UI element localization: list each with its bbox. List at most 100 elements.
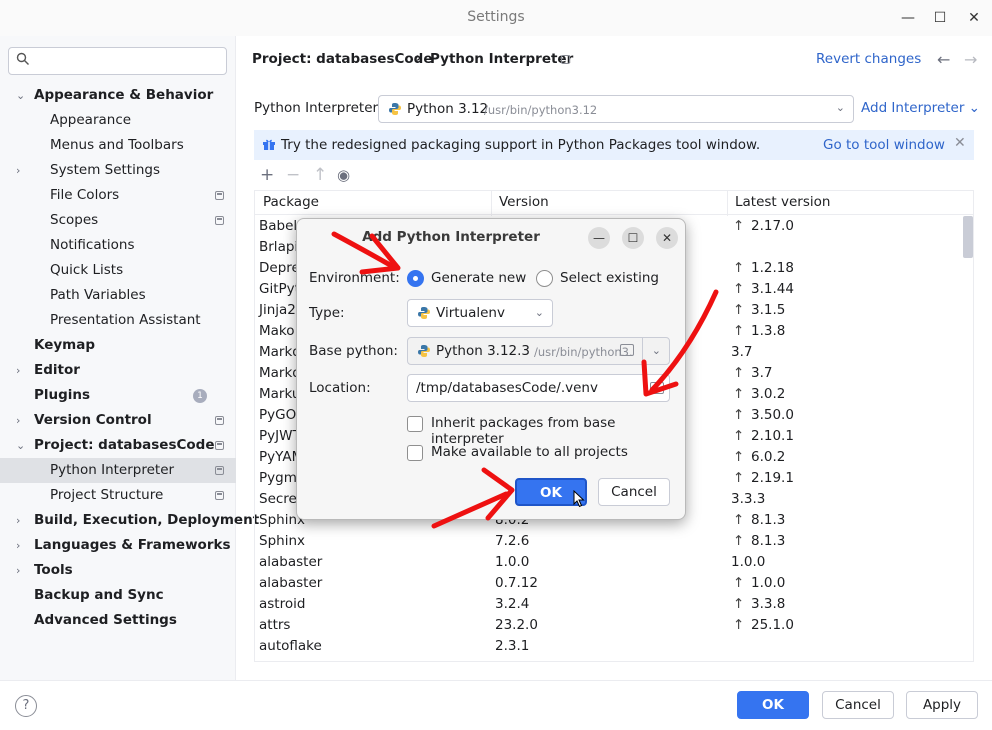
generate-new-label[interactable]: Generate new: [431, 270, 526, 286]
select-existing-radio[interactable]: [536, 270, 553, 287]
sidebar-item[interactable]: › System Settings: [0, 158, 236, 183]
add-interpreter-link[interactable]: Add Interpreter ⌄: [861, 100, 980, 116]
make-available-checkbox[interactable]: [407, 445, 423, 461]
python-interpreter-select[interactable]: Python 3.12 /usr/bin/python3.12 ⌄: [378, 95, 854, 123]
minimize-button[interactable]: —: [897, 7, 919, 29]
package-latest-cell: 3.1.44: [751, 281, 794, 297]
dialog-minimize-button[interactable]: —: [588, 227, 610, 249]
help-icon[interactable]: ?: [15, 695, 37, 717]
sidebar-item[interactable]: Backup and Sync: [0, 583, 236, 608]
sidebar-item[interactable]: Path Variables: [0, 283, 236, 308]
sidebar-item-label: Keymap: [34, 337, 96, 353]
maximize-button[interactable]: ☐: [929, 7, 951, 29]
base-python-label: Base python:: [309, 343, 398, 359]
inherit-packages-label[interactable]: Inherit packages from base interpreter: [431, 415, 685, 447]
chevron-right-icon[interactable]: ›: [16, 358, 20, 383]
sidebar-item[interactable]: ⌄ Project: databasesCode: [0, 433, 236, 458]
type-select[interactable]: Virtualenv ⌄: [407, 299, 553, 327]
generate-new-radio[interactable]: [407, 270, 424, 287]
chevron-right-icon[interactable]: ›: [16, 508, 20, 533]
ok-button[interactable]: OK: [737, 691, 809, 719]
sidebar-item[interactable]: Presentation Assistant: [0, 308, 236, 333]
base-python-select[interactable]: Python 3.12.3 /usr/bin/python3. ⌄: [407, 337, 670, 365]
sidebar-item[interactable]: › Tools: [0, 558, 236, 583]
upgrade-available-icon: ↑: [733, 218, 745, 234]
settings-search-input[interactable]: [8, 47, 227, 75]
sidebar-item[interactable]: Keymap: [0, 333, 236, 358]
upgrade-available-icon: ↑: [733, 512, 745, 528]
package-name-cell: Markd: [259, 344, 301, 360]
sidebar-item[interactable]: ⌄ Appearance & Behavior: [0, 83, 236, 108]
breadcrumb-page: Python Interpreter: [430, 51, 574, 67]
sidebar-item-label: Tools: [34, 562, 73, 578]
combo-divider: [642, 338, 643, 364]
sidebar-item[interactable]: Python Interpreter: [0, 458, 236, 483]
dialog-footer: ? OK Cancel Apply: [0, 680, 992, 730]
chevron-right-icon[interactable]: ›: [16, 558, 20, 583]
chevron-down-icon[interactable]: ⌄: [16, 83, 25, 108]
go-to-tool-window-link[interactable]: Go to tool window: [823, 137, 945, 153]
chevron-right-icon[interactable]: ›: [16, 158, 20, 183]
make-available-label[interactable]: Make available to all projects: [431, 444, 628, 460]
table-row[interactable]: astroid 3.2.4 ↑ 3.3.8: [255, 594, 963, 615]
inherit-packages-checkbox[interactable]: [407, 416, 423, 432]
sidebar-item[interactable]: Project Structure: [0, 483, 236, 508]
sidebar-item[interactable]: Plugins 1: [0, 383, 236, 408]
column-divider: [491, 191, 492, 216]
close-banner-icon[interactable]: ✕: [954, 135, 966, 151]
eye-icon[interactable]: ◉: [337, 166, 350, 184]
cancel-button[interactable]: Cancel: [822, 691, 894, 719]
select-existing-label[interactable]: Select existing: [560, 270, 659, 286]
package-version-cell: 0.7.12: [495, 575, 538, 591]
package-name-cell: astroid: [259, 596, 306, 612]
back-arrow-icon[interactable]: ←: [937, 50, 950, 69]
sidebar-item[interactable]: Quick Lists: [0, 258, 236, 283]
table-row[interactable]: alabaster 1.0.0 1.0.0: [255, 552, 963, 573]
upgrade-package-icon[interactable]: ↑: [313, 165, 327, 185]
upgrade-available-icon: ↑: [733, 281, 745, 297]
sidebar-item[interactable]: Appearance: [0, 108, 236, 133]
sidebar-item[interactable]: Notifications: [0, 233, 236, 258]
sidebar-item-label: Appearance & Behavior: [34, 87, 214, 103]
chevron-right-icon[interactable]: ›: [16, 533, 20, 558]
sidebar-item[interactable]: › Languages & Frameworks: [0, 533, 236, 558]
upgrade-available-icon: ↑: [733, 428, 745, 444]
table-row[interactable]: autoflake 2.3.1: [255, 636, 963, 657]
location-input[interactable]: /tmp/databasesCode/.venv: [407, 374, 670, 402]
package-latest-cell: 8.1.3: [751, 512, 786, 528]
dialog-cancel-button[interactable]: Cancel: [598, 478, 670, 506]
close-window-button[interactable]: ✕: [963, 7, 985, 29]
table-row[interactable]: alabaster 0.7.12 ↑ 1.0.0: [255, 573, 963, 594]
sidebar-item[interactable]: Advanced Settings: [0, 608, 236, 633]
column-header-latest[interactable]: Latest version: [735, 194, 830, 210]
remove-package-icon[interactable]: −: [286, 165, 300, 185]
sidebar-item[interactable]: Menus and Toolbars: [0, 133, 236, 158]
table-row[interactable]: Sphinx 7.2.6 ↑ 8.1.3: [255, 531, 963, 552]
add-package-icon[interactable]: +: [260, 165, 274, 185]
sidebar-item[interactable]: › Build, Execution, Deployment: [0, 508, 259, 533]
apply-button[interactable]: Apply: [906, 691, 978, 719]
packaging-banner: Try the redesigned packaging support in …: [254, 130, 974, 160]
sidebar-item[interactable]: › Version Control: [0, 408, 236, 433]
package-name-cell: Jinja2: [259, 302, 296, 318]
chevron-right-icon[interactable]: ›: [16, 408, 20, 433]
table-scrollbar[interactable]: [963, 216, 973, 258]
folder-icon[interactable]: [620, 344, 634, 356]
column-header-package[interactable]: Package: [263, 194, 319, 210]
forward-arrow-icon[interactable]: →: [964, 50, 977, 69]
column-header-version[interactable]: Version: [499, 194, 549, 210]
sidebar-item[interactable]: File Colors: [0, 183, 236, 208]
dialog-maximize-button[interactable]: ☐: [622, 227, 644, 249]
revert-changes-link[interactable]: Revert changes: [816, 51, 921, 67]
project-scope-icon: [215, 491, 224, 500]
sidebar-item[interactable]: › Editor: [0, 358, 236, 383]
folder-icon[interactable]: [650, 382, 664, 394]
chevron-down-icon[interactable]: ⌄: [16, 433, 25, 458]
project-scope-icon: [215, 216, 224, 225]
dialog-close-button[interactable]: ✕: [656, 227, 678, 249]
chevron-down-icon[interactable]: ⌄: [652, 344, 661, 357]
table-row[interactable]: attrs 23.2.0 ↑ 25.1.0: [255, 615, 963, 636]
package-version-cell: 2.3.1: [495, 638, 530, 654]
sidebar-item[interactable]: Scopes: [0, 208, 236, 233]
package-latest-cell: 1.0.0: [751, 575, 786, 591]
